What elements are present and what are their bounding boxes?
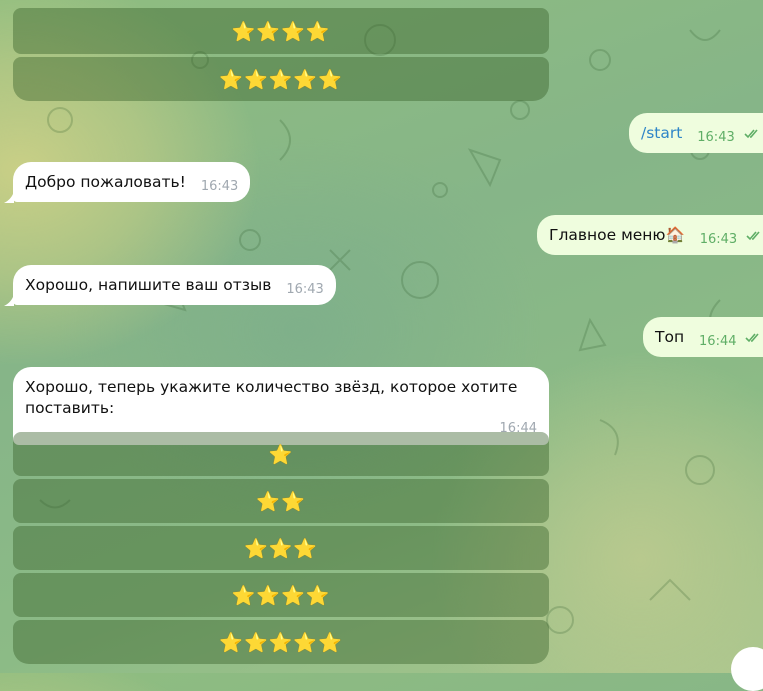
rating-button-4-stars[interactable]: ⭐⭐⭐⭐ (13, 573, 549, 617)
rating-button-2-stars[interactable]: ⭐⭐ (13, 479, 549, 523)
rating-button-4-stars-previous[interactable]: ⭐⭐⭐⭐ (13, 8, 549, 54)
message-time: 16:44 (699, 334, 737, 349)
rating-button-5-stars[interactable]: ⭐⭐⭐⭐⭐ (13, 620, 549, 664)
rating-button-1-star[interactable]: ⭐ (13, 432, 549, 476)
message-incoming-welcome[interactable]: Добро пожаловать! 16:43 (13, 162, 251, 202)
message-text: Хорошо, напишите ваш отзыв (25, 276, 272, 294)
rating-button-5-stars-previous[interactable]: ⭐⭐⭐⭐⭐ (13, 57, 549, 101)
message-time: 16:43 (699, 232, 738, 247)
message-time: 16:43 (286, 282, 324, 297)
message-text: Топ (655, 328, 685, 346)
message-text: Добро пожаловать! (25, 173, 186, 191)
double-check-icon (746, 231, 760, 241)
message-incoming-review-prompt[interactable]: Хорошо, напишите ваш отзыв 16:43 (13, 265, 336, 305)
message-time: 16:43 (200, 179, 239, 194)
double-check-icon (744, 129, 758, 139)
rating-button-3-stars[interactable]: ⭐⭐⭐ (13, 526, 549, 570)
double-check-icon (745, 333, 760, 343)
command-link[interactable]: /start (641, 124, 682, 142)
message-outgoing-main-menu[interactable]: Главное меню🏠 16:43 (537, 215, 763, 255)
message-outgoing-top[interactable]: Топ 16:44 (643, 317, 763, 357)
message-time: 16:43 (697, 130, 735, 145)
message-outgoing-start[interactable]: /start 16:43 (629, 113, 763, 153)
message-text: Главное меню🏠 (549, 226, 685, 244)
chat-area[interactable]: ⭐⭐⭐⭐ ⭐⭐⭐⭐⭐ /start 16:43 Добро пожаловать… (0, 0, 763, 691)
message-text: Хорошо, теперь укажите количество звёзд,… (25, 378, 518, 417)
scroll-down-button[interactable] (731, 647, 763, 691)
